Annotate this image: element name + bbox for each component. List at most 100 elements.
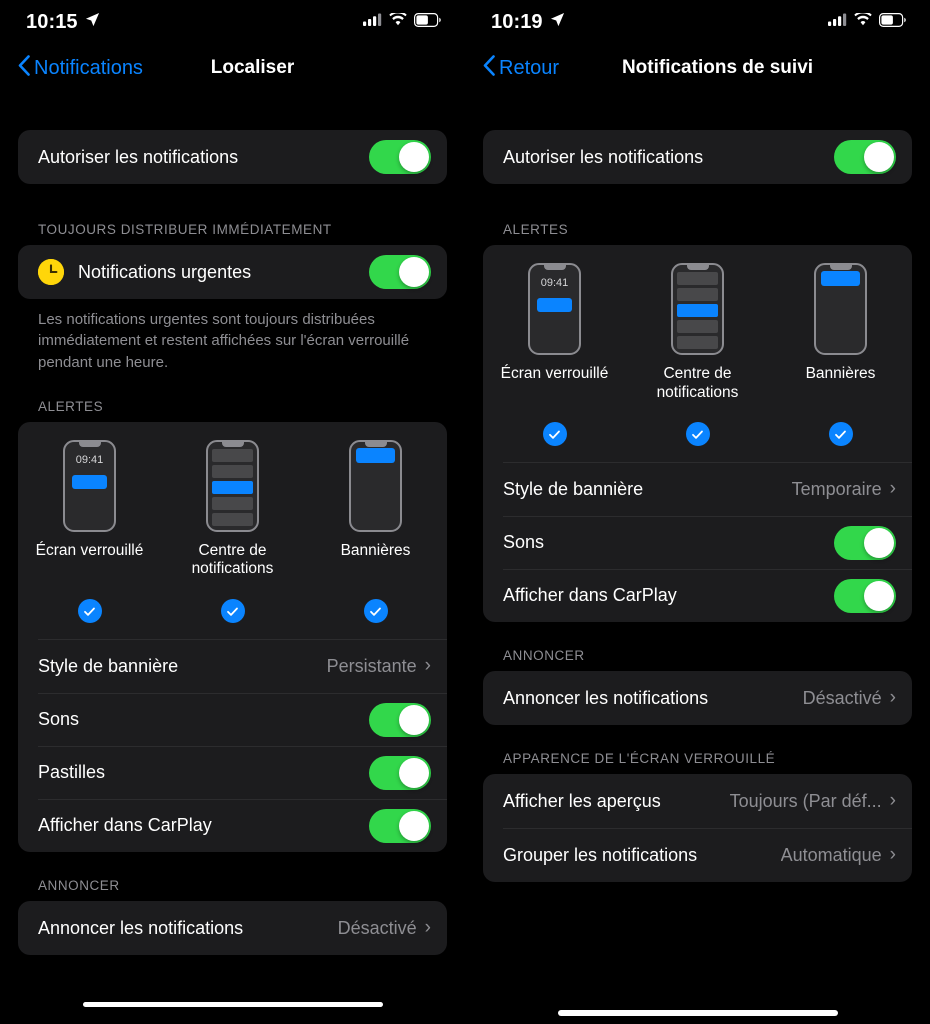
- time-sensitive-clock-icon: [38, 259, 64, 285]
- row-group-notifications[interactable]: Grouper les notifications Automatique ›: [483, 828, 912, 882]
- preview-notification-bar: [677, 304, 718, 317]
- lock-screen-preview-icon: 09:41: [528, 263, 581, 355]
- chevron-right-icon: ›: [889, 686, 896, 708]
- row-banner-style[interactable]: Style de bannière Temporaire ›: [483, 463, 912, 516]
- row-allow-notifications[interactable]: Autoriser les notifications: [483, 130, 912, 184]
- row-label: Afficher dans CarPlay: [503, 585, 677, 606]
- alert-option-banners[interactable]: Bannières: [769, 263, 912, 402]
- carplay-toggle[interactable]: [834, 578, 896, 613]
- notch: [364, 441, 387, 447]
- allow-notifications-toggle[interactable]: [834, 140, 896, 174]
- preview-row: [677, 336, 718, 349]
- alert-selection-row: [18, 587, 447, 639]
- row-value: Temporaire: [791, 479, 882, 500]
- preview-notification-bar: [72, 474, 107, 489]
- sounds-toggle[interactable]: [834, 525, 896, 560]
- alert-option-label: Centre de notifications: [191, 541, 274, 578]
- preview-notification-bar: [821, 271, 860, 286]
- checkmark-icon-notification-center[interactable]: [685, 422, 710, 447]
- toggle-knob: [864, 580, 894, 611]
- preview-row: [212, 512, 253, 526]
- alerts-card: 09:41 Écran verrouillé Centre de notific…: [18, 421, 447, 853]
- row-value: Désactivé: [337, 917, 417, 938]
- chevron-right-icon: ›: [424, 916, 431, 938]
- row-announce-notifications[interactable]: Annoncer les notifications Désactivé ›: [483, 671, 912, 725]
- lock-screen-preview-icon: 09:41: [63, 439, 116, 532]
- row-show-previews[interactable]: Afficher les aperçus Toujours (Par déf..…: [483, 774, 912, 828]
- alert-option-banners[interactable]: Bannières: [304, 439, 447, 579]
- announce-card: Annoncer les notifications Désactivé ›: [18, 901, 447, 956]
- location-arrow-icon: [550, 12, 565, 32]
- cellular-signal-icon: [828, 13, 847, 31]
- back-button-retour[interactable]: Retour: [483, 55, 559, 81]
- right-phone-screen: 10:19 Retour Notifications de suivi Auto…: [465, 0, 930, 1024]
- nav-bar-left: Notifications Localiser: [0, 44, 465, 92]
- preview-row: [212, 448, 253, 462]
- preview-notification-bar: [537, 298, 572, 312]
- alert-option-label: Écran verrouillé: [500, 365, 609, 382]
- battery-icon: [879, 12, 906, 32]
- alert-style-grid: 09:41 Écran verrouillé Centre de notific…: [18, 422, 447, 587]
- alert-option-lock-screen[interactable]: 09:41 Écran verrouillé: [18, 439, 161, 579]
- banners-preview-icon: [814, 263, 867, 355]
- status-bar-left-group: 10:15: [26, 11, 100, 34]
- row-badges[interactable]: Pastilles: [18, 746, 447, 799]
- home-indicator-right: [557, 1010, 838, 1016]
- location-arrow-icon: [85, 12, 100, 32]
- chevron-right-icon: ›: [889, 843, 896, 865]
- section-header-alertes: ALERTES: [38, 398, 104, 414]
- chevron-right-icon: ›: [889, 789, 896, 811]
- cellular-signal-icon: [363, 13, 382, 31]
- chevron-right-icon: ›: [889, 478, 896, 500]
- allow-notifications-card: Autoriser les notifications: [483, 130, 912, 184]
- row-show-in-carplay[interactable]: Afficher dans CarPlay: [483, 569, 912, 622]
- checkmark-icon-lock-screen[interactable]: [542, 422, 567, 447]
- back-button-label: Retour: [499, 56, 560, 79]
- notch: [829, 265, 852, 270]
- urgent-notifications-toggle[interactable]: [369, 255, 431, 289]
- carplay-toggle[interactable]: [369, 808, 431, 843]
- row-announce-notifications[interactable]: Annoncer les notifications Désactivé ›: [18, 901, 447, 955]
- check-cell: [18, 599, 161, 624]
- notch: [686, 265, 709, 270]
- row-label: Afficher les aperçus: [503, 790, 661, 811]
- row-banner-style[interactable]: Style de bannière Persistante ›: [18, 640, 447, 693]
- preview-row: [677, 272, 718, 285]
- check-cell: [769, 422, 912, 447]
- row-label: Autoriser les notifications: [503, 146, 704, 167]
- badges-toggle[interactable]: [369, 755, 431, 790]
- section-header-annoncer: ANNONCER: [503, 648, 585, 664]
- notification-center-preview-icon: [206, 439, 259, 532]
- preview-time: 09:41: [75, 453, 104, 466]
- checkmark-icon-banners[interactable]: [363, 599, 388, 624]
- chevron-left-icon: [483, 55, 495, 81]
- check-cell: [626, 422, 769, 447]
- row-sounds[interactable]: Sons: [483, 516, 912, 569]
- alert-option-notification-center[interactable]: Centre de notifications: [161, 439, 304, 579]
- checkmark-icon-lock-screen[interactable]: [77, 599, 102, 624]
- row-label: Sons: [503, 532, 545, 553]
- alert-option-lock-screen[interactable]: 09:41 Écran verrouillé: [483, 263, 626, 402]
- allow-notifications-toggle[interactable]: [369, 140, 431, 174]
- row-urgent-notifications[interactable]: Notifications urgentes: [18, 245, 447, 299]
- row-allow-notifications[interactable]: Autoriser les notifications: [18, 130, 447, 184]
- notch: [78, 441, 101, 447]
- check-cell: [304, 599, 447, 624]
- status-bar-right-group: [828, 11, 906, 32]
- row-show-in-carplay[interactable]: Afficher dans CarPlay: [18, 799, 447, 852]
- row-value: Désactivé: [802, 687, 882, 708]
- back-button-notifications[interactable]: Notifications: [18, 55, 143, 81]
- row-sounds[interactable]: Sons: [18, 693, 447, 746]
- row-label: Annoncer les notifications: [38, 917, 244, 938]
- alert-option-notification-center[interactable]: Centre de notifications: [626, 263, 769, 402]
- home-indicator-left: [82, 1002, 383, 1007]
- settings-content-left: Autoriser les notifications TOUJOURS DIS…: [0, 92, 465, 956]
- checkmark-icon-notification-center[interactable]: [220, 599, 245, 624]
- status-bar-right-group: [363, 11, 441, 32]
- status-bar-right: 10:19: [465, 0, 930, 44]
- sounds-toggle[interactable]: [369, 702, 431, 737]
- checkmark-icon-banners[interactable]: [828, 422, 853, 447]
